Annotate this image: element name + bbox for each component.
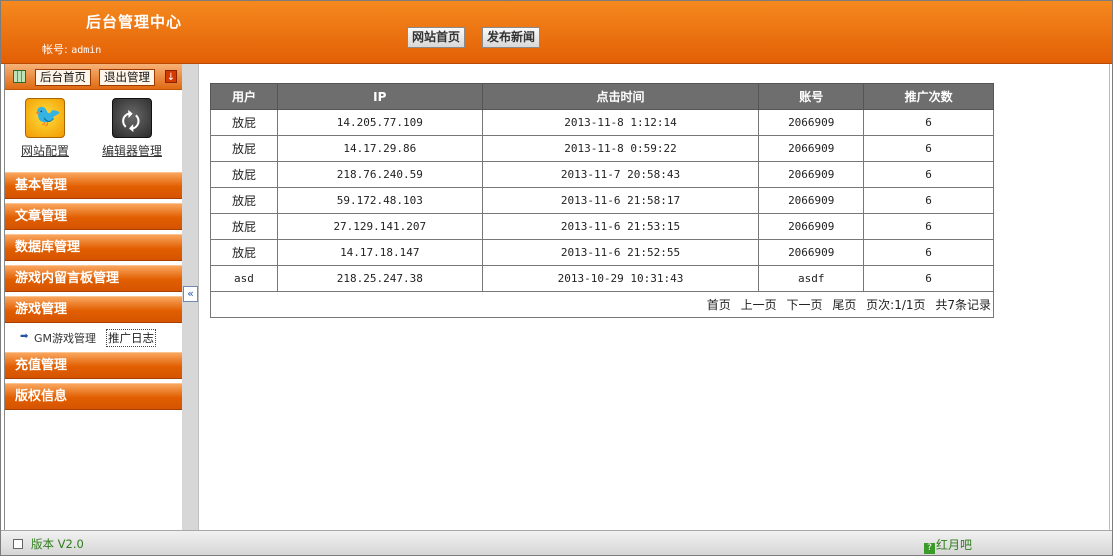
col-ip: IP <box>276 83 483 110</box>
cell-time: 2013-11-6 21:52:55 <box>481 239 760 266</box>
cell-ip: 27.129.141.207 <box>276 213 483 240</box>
admin-home-button[interactable]: 后台首页 <box>35 69 91 86</box>
pager-last-link[interactable]: 尾页 <box>832 298 856 312</box>
bird-icon <box>25 98 65 138</box>
calendar-icon <box>13 70 26 83</box>
document-icon <box>13 539 23 549</box>
submenu-promo-log[interactable]: 推广日志 <box>106 329 156 347</box>
editor-shortcut[interactable]: 编辑器管理 <box>95 98 169 159</box>
sidebar: 后台首页 退出管理 ↓ 网站配置 编辑器管理 基本管理 文章管理 数据库管理 游… <box>4 64 182 530</box>
header-bar: 后台管理中心 帐号: admin 网站首页 发布新闻 <box>0 0 1113 64</box>
version-label: 版本 V2.0 <box>31 537 84 551</box>
cell-time: 2013-11-8 0:59:22 <box>481 135 760 162</box>
menu-recharge[interactable]: 充值管理 <box>5 352 182 379</box>
cell-user: asd <box>210 265 278 292</box>
cell-account: 2066909 <box>758 239 865 266</box>
cell-ip: 59.172.48.103 <box>276 187 483 214</box>
cell-account: 2066909 <box>758 109 865 136</box>
cell-user: 放屁 <box>210 213 278 240</box>
arrow-down-icon[interactable]: ↓ <box>165 70 177 83</box>
cell-account: 2066909 <box>758 135 865 162</box>
cell-ip: 14.205.77.109 <box>276 109 483 136</box>
menu-copyright[interactable]: 版权信息 <box>5 383 182 410</box>
cell-account: 2066909 <box>758 187 865 214</box>
col-user: 用户 <box>210 83 278 110</box>
table-row: asd 218.25.247.38 2013-10-29 10:31:43 as… <box>210 265 994 292</box>
cell-count: 6 <box>863 239 994 266</box>
pager: 首页 上一页 下一页 尾页 页次:1/1页 共7条记录 <box>210 291 994 318</box>
cell-ip: 218.25.247.38 <box>276 265 483 292</box>
cell-time: 2013-10-29 10:31:43 <box>481 265 760 292</box>
cell-count: 6 <box>863 109 994 136</box>
cell-ip: 14.17.29.86 <box>276 135 483 162</box>
cell-user: 放屁 <box>210 109 278 136</box>
col-click-time: 点击时间 <box>481 83 760 110</box>
pager-first-link[interactable]: 首页 <box>707 298 731 312</box>
help-icon: ? <box>924 543 935 554</box>
cell-user: 放屁 <box>210 135 278 162</box>
site-config-label: 网站配置 <box>20 144 69 158</box>
menu-basic[interactable]: 基本管理 <box>5 172 182 199</box>
col-promo-count: 推广次数 <box>863 83 994 110</box>
pager-row: 首页 上一页 下一页 尾页 页次:1/1页 共7条记录 <box>210 291 994 318</box>
account-value: admin <box>71 45 102 56</box>
cell-count: 6 <box>863 213 994 240</box>
cell-count: 6 <box>863 265 994 292</box>
site-config-shortcut[interactable]: 网站配置 <box>8 98 82 159</box>
brand-logo <box>12 10 72 28</box>
table-row: 放屁 59.172.48.103 2013-11-6 21:58:17 2066… <box>210 187 994 214</box>
shortcut-panel: 网站配置 编辑器管理 <box>5 90 182 172</box>
pager-total-count: 共7条记录 <box>935 298 991 312</box>
table-row: 放屁 218.76.240.59 2013-11-7 20:58:43 2066… <box>210 161 994 188</box>
menu-game[interactable]: 游戏管理 <box>5 296 182 323</box>
menu-database[interactable]: 数据库管理 <box>5 234 182 261</box>
col-account: 账号 <box>758 83 865 110</box>
pager-prev-link[interactable]: 上一页 <box>741 298 777 312</box>
table-header-row: 用户 IP 点击时间 账号 推广次数 <box>210 83 994 110</box>
page-title: 后台管理中心 <box>86 13 183 31</box>
editor-label: 编辑器管理 <box>101 144 162 158</box>
sidebar-splitter: « <box>182 64 199 530</box>
cell-count: 6 <box>863 135 994 162</box>
submenu-gm-game[interactable]: GM游戏管理 <box>34 330 96 346</box>
menu-articles[interactable]: 文章管理 <box>5 203 182 230</box>
table-row: 放屁 27.129.141.207 2013-11-6 21:53:15 206… <box>210 213 994 240</box>
promo-log-table: 用户 IP 点击时间 账号 推广次数 放屁 14.205.77.109 2013… <box>210 83 994 318</box>
cell-time: 2013-11-6 21:53:15 <box>481 213 760 240</box>
cell-count: 6 <box>863 187 994 214</box>
pager-page-info: 页次:1/1页 <box>866 298 926 312</box>
cell-account: 2066909 <box>758 213 865 240</box>
editor-icon <box>112 98 152 143</box>
arrow-right-icon: ➡ <box>20 331 29 342</box>
cell-account: asdf <box>758 265 865 292</box>
cell-account: 2066909 <box>758 161 865 188</box>
cell-ip: 218.76.240.59 <box>276 161 483 188</box>
cell-user: 放屁 <box>210 239 278 266</box>
table-row: 放屁 14.17.29.86 2013-11-8 0:59:22 2066909… <box>210 135 994 162</box>
cell-user: 放屁 <box>210 187 278 214</box>
sidebar-toolbar: 后台首页 退出管理 ↓ <box>5 64 182 90</box>
cell-ip: 14.17.18.147 <box>276 239 483 266</box>
logout-button[interactable]: 退出管理 <box>99 69 155 86</box>
main-content: 用户 IP 点击时间 账号 推广次数 放屁 14.205.77.109 2013… <box>200 64 1110 530</box>
table-row: 放屁 14.205.77.109 2013-11-8 1:12:14 20669… <box>210 109 994 136</box>
account-label: 帐号: <box>42 43 68 56</box>
status-bar: 版本 V2.0 ? 红月吧 <box>0 530 1113 556</box>
account-info: 帐号: admin <box>42 41 101 57</box>
menu-guestbook[interactable]: 游戏内留言板管理 <box>5 265 182 292</box>
cell-time: 2013-11-6 21:58:17 <box>481 187 760 214</box>
table-row: 放屁 14.17.18.147 2013-11-6 21:52:55 20669… <box>210 239 994 266</box>
help-label: 红月吧 <box>936 538 973 552</box>
publish-news-button[interactable]: 发布新闻 <box>482 27 541 48</box>
site-home-button[interactable]: 网站首页 <box>407 27 466 48</box>
collapse-sidebar-icon[interactable]: « <box>183 286 198 302</box>
cell-user: 放屁 <box>210 161 278 188</box>
game-submenu: ➡ GM游戏管理 推广日志 <box>5 323 182 352</box>
cell-time: 2013-11-7 20:58:43 <box>481 161 760 188</box>
pager-next-link[interactable]: 下一页 <box>786 298 822 312</box>
cell-time: 2013-11-8 1:12:14 <box>481 109 760 136</box>
cell-count: 6 <box>863 161 994 188</box>
help-link[interactable]: ? 红月吧 <box>924 536 972 554</box>
